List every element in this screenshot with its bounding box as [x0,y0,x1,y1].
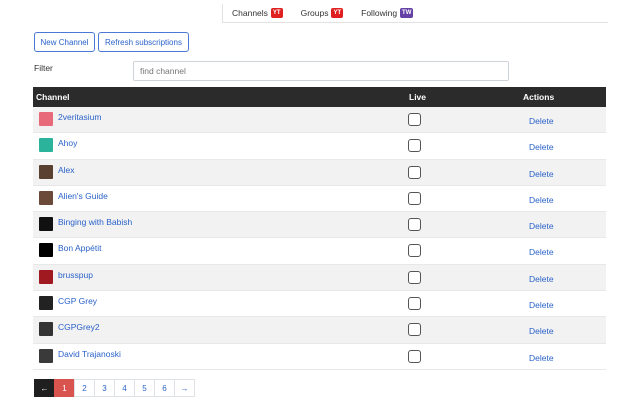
delete-button[interactable]: Delete [529,142,554,152]
new-channel-button[interactable]: New Channel [34,32,95,52]
table-row: Alex Delete [33,159,606,186]
tab-following-label: Following [361,8,398,18]
channels-table: Channel Live Actions 2veritasium Delete Ah… [33,87,606,370]
live-checkbox[interactable] [408,323,421,337]
channel-avatar [39,296,53,311]
channel-link[interactable]: CGPGrey2 [58,322,100,332]
tab-groups-badge: YT [331,8,344,18]
page-2-button[interactable]: 2 [74,379,95,397]
delete-button[interactable]: Delete [529,274,554,284]
channel-link[interactable]: CGP Grey [58,296,97,306]
table-row: brusspup Delete [33,264,606,292]
header-live: Live [409,92,427,102]
delete-button[interactable]: Delete [529,221,554,231]
live-checkbox[interactable] [408,297,421,311]
live-checkbox[interactable] [408,165,421,179]
tab-channels-label: Channels [232,8,268,18]
channel-avatar [39,243,53,258]
page-4-button[interactable]: 4 [114,379,135,397]
channel-avatar [39,138,53,153]
delete-button[interactable]: Delete [529,116,554,126]
table-row: CGPGrey2 Delete [33,317,606,344]
delete-button[interactable]: Delete [529,247,554,257]
next-page-button[interactable]: → [174,379,195,397]
table-row: 2veritasium Delete [33,107,606,134]
live-checkbox[interactable] [408,218,421,232]
live-checkbox[interactable] [408,139,421,153]
refresh-subscriptions-button[interactable]: Refresh subscriptions [98,32,189,52]
delete-button[interactable]: Delete [529,326,554,336]
channel-avatar [39,217,53,232]
delete-button[interactable]: Delete [529,353,554,363]
filter-label: Filter [34,63,53,73]
table-row: Bon Appétit Delete [33,238,606,265]
live-checkbox[interactable] [408,270,421,284]
top-tabs: Channels YT Groups YT Following TW [222,3,608,23]
channel-link[interactable]: Ahoy [58,138,77,148]
tab-groups-label: Groups [300,8,329,18]
delete-button[interactable]: Delete [529,195,554,205]
tab-channels[interactable]: Channels YT [222,3,292,23]
page-list: 123456 [54,379,175,397]
page-6-button[interactable]: 6 [154,379,175,397]
header-actions: Actions [523,92,555,102]
channel-avatar [39,190,53,205]
live-checkbox[interactable] [408,349,421,363]
channel-avatar [39,269,53,284]
page-3-button[interactable]: 3 [94,379,115,397]
page-1-button[interactable]: 1 [54,379,75,397]
channel-link[interactable]: Binging with Babish [58,217,132,227]
channel-avatar [39,112,53,126]
channel-link[interactable]: Alex [58,165,75,175]
live-checkbox[interactable] [408,244,421,258]
prev-page-button[interactable]: ← [34,379,55,397]
tab-channels-badge: YT [270,8,283,18]
table-row: Ahoy Delete [33,133,606,160]
channel-link[interactable]: 2veritasium [58,112,101,122]
table-row: CGP Grey Delete [33,291,606,318]
pagination: ← 123456 → [34,379,195,397]
delete-button[interactable]: Delete [529,169,554,179]
table-row: Binging with Babish Delete [33,212,606,239]
table-row: David Trajanoski Delete [33,343,606,370]
filter-input[interactable] [133,61,509,81]
channel-link[interactable]: David Trajanoski [58,349,121,359]
channel-avatar [39,322,53,337]
page-5-button[interactable]: 5 [134,379,155,397]
channel-link[interactable]: Alien's Guide [58,191,108,201]
live-checkbox[interactable] [408,113,421,126]
table-body: 2veritasium Delete Ahoy Delete Alex Delete Ali… [33,107,606,370]
table-row: Alien's Guide Delete [33,185,606,213]
tab-following[interactable]: Following TW [352,4,422,23]
channel-avatar [39,348,53,363]
tab-following-badge: TW [400,8,414,18]
channel-link[interactable]: brusspup [58,270,93,280]
tab-groups[interactable]: Groups YT [292,4,353,23]
table-header: Channel Live Actions [33,87,606,107]
channel-link[interactable]: Bon Appétit [58,243,101,253]
header-channel: Channel [36,92,70,102]
delete-button[interactable]: Delete [529,300,554,310]
live-checkbox[interactable] [408,191,421,205]
channel-avatar [39,164,53,179]
